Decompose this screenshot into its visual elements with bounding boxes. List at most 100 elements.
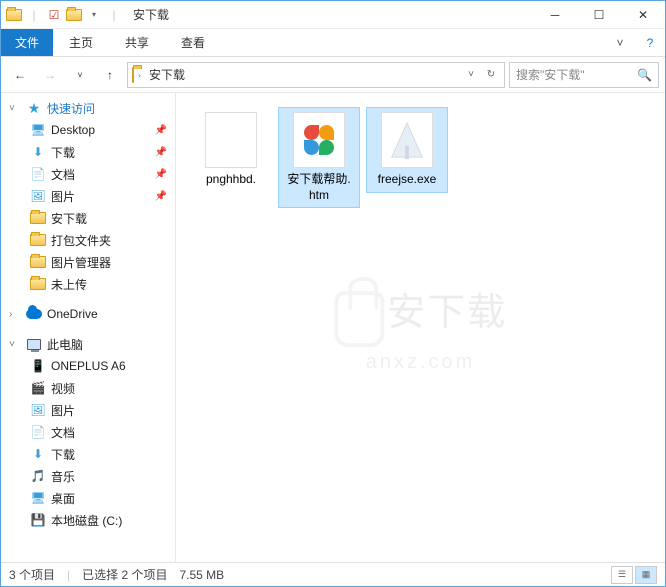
navigation-pane: ˅ ★ 快速访问 🖥Desktop📌 ⬇下载📌 📄文档📌 🖼图片📌 安下载 打包… — [1, 93, 176, 562]
video-icon: 🎬 — [29, 380, 47, 396]
sidebar-item-desktop[interactable]: 🖥Desktop📌 — [1, 119, 175, 141]
sidebar-item-label: 文档 — [51, 424, 75, 441]
folder-icon — [29, 210, 47, 226]
file-item[interactable]: pnghhbd. — [190, 107, 272, 193]
sidebar-item-label: 桌面 — [51, 490, 75, 507]
sidebar-item-folder[interactable]: 打包文件夹 — [1, 229, 175, 251]
chevron-right-icon[interactable]: › — [138, 70, 141, 80]
status-size: 7.55 MB — [179, 568, 224, 582]
chevron-down-icon[interactable]: ˅ — [9, 103, 21, 114]
folder-icon — [29, 254, 47, 270]
download-icon: ⬇ — [29, 446, 47, 462]
up-button[interactable]: ↑ — [97, 62, 123, 88]
sidebar-item-downloads[interactable]: ⬇下载 — [1, 443, 175, 465]
breadcrumb-current[interactable]: 安下载 — [145, 66, 189, 83]
file-item[interactable]: freejse.exe — [366, 107, 448, 193]
sidebar-item-device[interactable]: 📱ONEPLUS A6 — [1, 355, 175, 377]
file-tab[interactable]: 文件 — [1, 29, 53, 56]
properties-icon[interactable]: ☑ — [45, 6, 63, 24]
folder-icon — [29, 276, 47, 292]
view-switcher: ☰ ▦ — [611, 566, 657, 584]
sidebar-item-label: 图片管理器 — [51, 254, 111, 271]
picture-icon: 🖼 — [29, 188, 47, 204]
pc-icon — [25, 336, 43, 352]
file-name: pnghhbd. — [204, 172, 258, 188]
minimize-button[interactable]: ─ — [533, 1, 577, 29]
sidebar-item-disk[interactable]: 💾本地磁盘 (C:) — [1, 509, 175, 531]
sidebar-item-label: 安下载 — [51, 210, 87, 227]
forward-button: → — [37, 62, 63, 88]
qat-dropdown-icon[interactable]: ▾ — [85, 6, 103, 24]
picture-icon: 🖼 — [29, 402, 47, 418]
maximize-button[interactable]: ☐ — [577, 1, 621, 29]
window-controls: ─ ☐ ✕ — [533, 1, 665, 29]
watermark-url: anxz.com — [334, 351, 507, 374]
sidebar-item-label: 文档 — [51, 166, 75, 183]
sidebar-item-label: 打包文件夹 — [51, 232, 111, 249]
qat-separator: | — [105, 6, 123, 24]
sidebar-item-pictures[interactable]: 🖼图片📌 — [1, 185, 175, 207]
qat-separator: | — [25, 6, 43, 24]
tab-share[interactable]: 共享 — [109, 29, 165, 56]
file-thumb-htm — [293, 112, 345, 168]
desktop-icon: 🖥 — [29, 490, 47, 506]
sidebar-item-folder[interactable]: 安下载 — [1, 207, 175, 229]
sidebar-item-folder[interactable]: 图片管理器 — [1, 251, 175, 273]
sidebar-item-label: 快速访问 — [47, 100, 95, 117]
pin-icon: 📌 — [155, 191, 167, 202]
sidebar-item-documents[interactable]: 📄文档 — [1, 421, 175, 443]
tab-home[interactable]: 主页 — [53, 29, 109, 56]
sidebar-item-label: 下载 — [51, 446, 75, 463]
sidebar-item-music[interactable]: 🎵音乐 — [1, 465, 175, 487]
file-thumb-exe — [381, 112, 433, 168]
status-selection: 已选择 2 个项目 — [82, 566, 167, 583]
chevron-down-icon[interactable]: ˅ — [9, 339, 21, 350]
chevron-right-icon[interactable]: › — [9, 309, 21, 320]
sidebar-this-pc[interactable]: ˅此电脑 — [1, 333, 175, 355]
ribbon-expand-icon[interactable]: ˅ — [605, 29, 635, 56]
refresh-icon[interactable]: ↻ — [482, 69, 500, 80]
window-title: 安下载 — [133, 6, 169, 23]
pin-icon: 📌 — [155, 147, 167, 158]
sidebar-item-label: 图片 — [51, 402, 75, 419]
address-bar[interactable]: › 安下载 ˅ ↻ — [127, 62, 505, 88]
sidebar-item-downloads[interactable]: ⬇下载📌 — [1, 141, 175, 163]
sidebar-item-label: Desktop — [51, 123, 95, 137]
search-input[interactable]: 搜索"安下载" 🔍 — [509, 62, 659, 88]
sidebar-item-folder[interactable]: 未上传 — [1, 273, 175, 295]
folder-icon — [29, 232, 47, 248]
sidebar-item-label: 未上传 — [51, 276, 87, 293]
folder-icon — [132, 68, 134, 82]
close-button[interactable]: ✕ — [621, 1, 665, 29]
ribbon-tabs: 文件 主页 共享 查看 ˅ ? — [1, 29, 665, 57]
folder-icon — [5, 6, 23, 24]
sidebar-item-documents[interactable]: 📄文档📌 — [1, 163, 175, 185]
address-dropdown-icon[interactable]: ˅ — [462, 69, 480, 80]
explorer-body: ˅ ★ 快速访问 🖥Desktop📌 ⬇下载📌 📄文档📌 🖼图片📌 安下载 打包… — [1, 93, 665, 562]
recent-dropdown[interactable]: ˅ — [67, 62, 93, 88]
details-view-button[interactable]: ☰ — [611, 566, 633, 584]
sidebar-item-label: 本地磁盘 (C:) — [51, 512, 122, 529]
sidebar-item-pictures[interactable]: 🖼图片 — [1, 399, 175, 421]
folder-icon[interactable] — [65, 6, 83, 24]
help-icon[interactable]: ? — [635, 29, 665, 56]
file-list[interactable]: 安下载 anxz.com pnghhbd. 安下载帮助.htm freejse.… — [176, 93, 665, 562]
file-thumb-generic — [205, 112, 257, 168]
search-icon: 🔍 — [637, 68, 652, 82]
tab-view[interactable]: 查看 — [165, 29, 221, 56]
file-item[interactable]: 安下载帮助.htm — [278, 107, 360, 208]
sidebar-item-label: 视频 — [51, 380, 75, 397]
icons-view-button[interactable]: ▦ — [635, 566, 657, 584]
device-icon: 📱 — [29, 358, 47, 374]
sidebar-item-videos[interactable]: 🎬视频 — [1, 377, 175, 399]
quick-access-toolbar: | ☑ ▾ | — [1, 6, 127, 24]
sidebar-onedrive[interactable]: ›OneDrive — [1, 303, 175, 325]
file-name: freejse.exe — [376, 172, 439, 188]
pin-icon: 📌 — [155, 125, 167, 136]
sidebar-quick-access[interactable]: ˅ ★ 快速访问 — [1, 97, 175, 119]
sidebar-item-desktop[interactable]: 🖥桌面 — [1, 487, 175, 509]
status-item-count: 3 个项目 — [9, 566, 55, 583]
star-icon: ★ — [25, 100, 43, 116]
back-button[interactable]: ← — [7, 62, 33, 88]
pin-icon: 📌 — [155, 169, 167, 180]
